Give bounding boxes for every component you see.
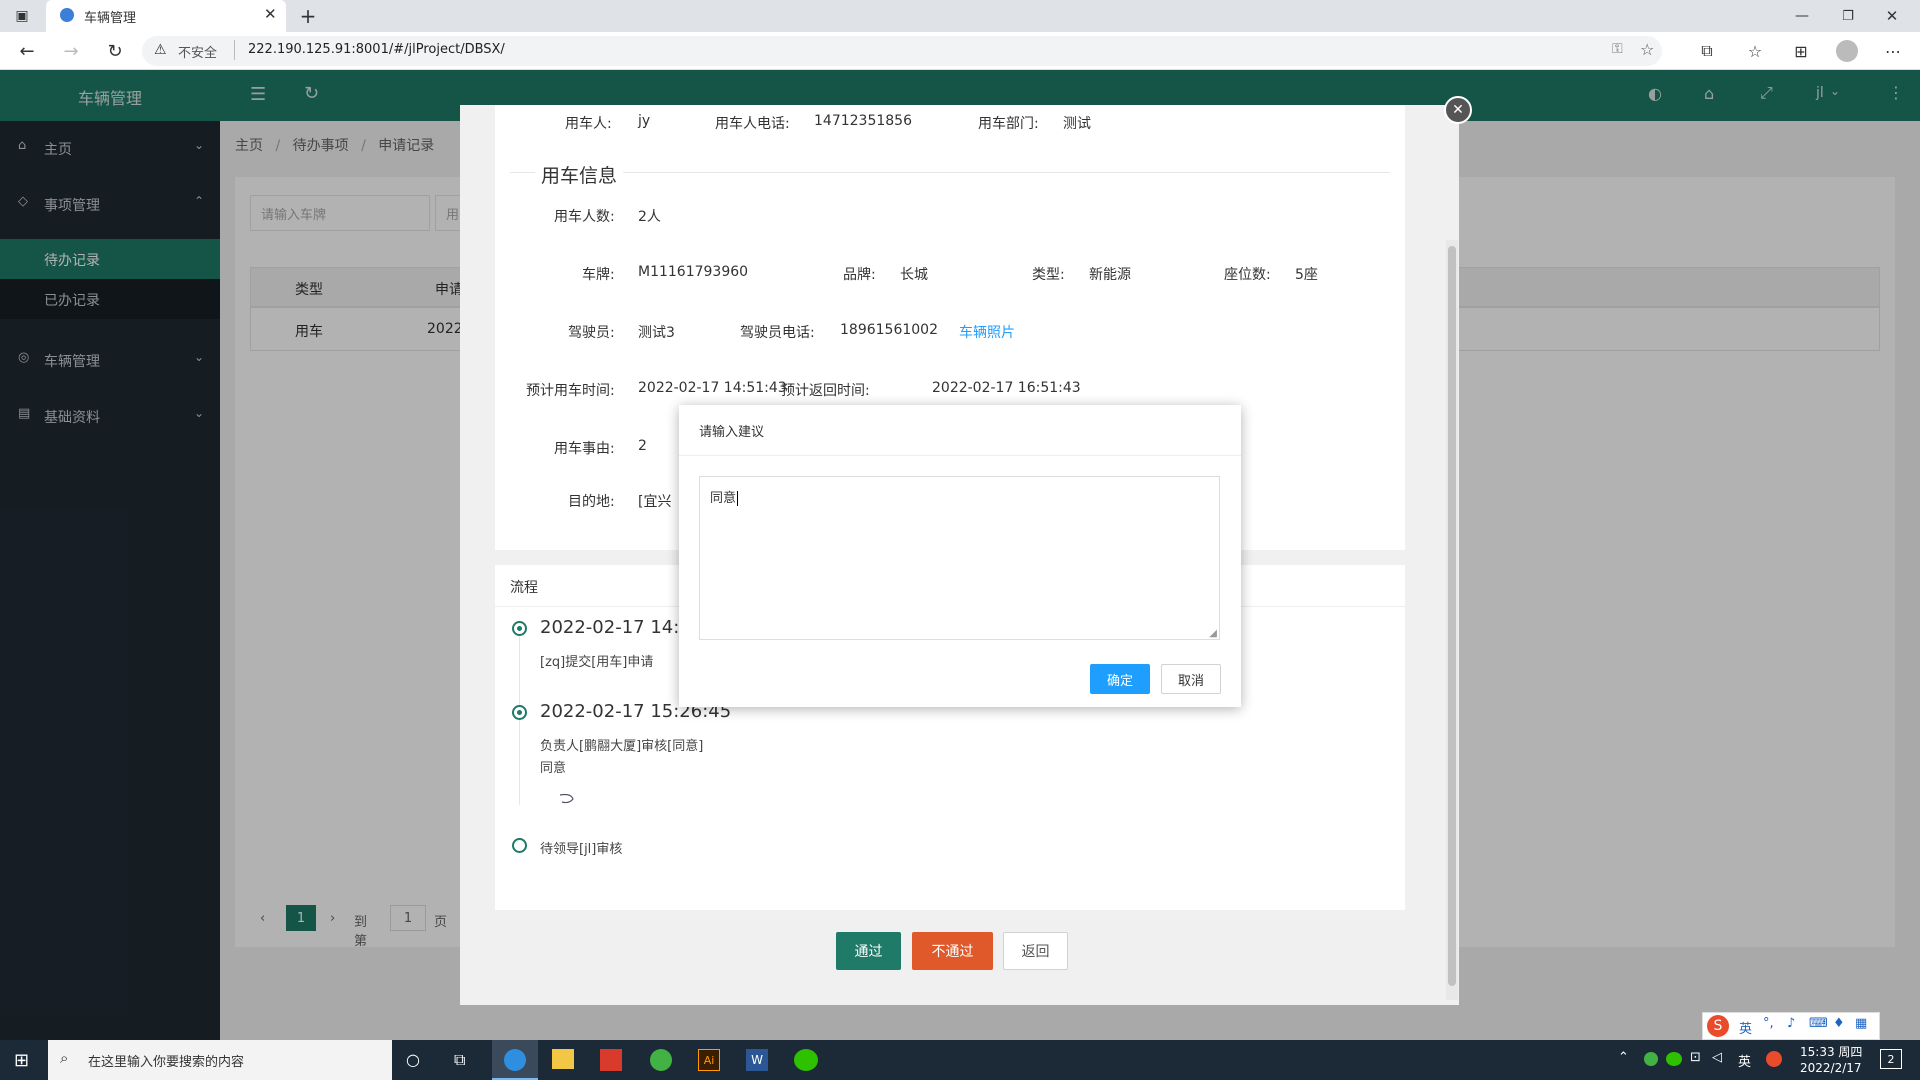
resize-handle-icon[interactable]: ◢ <box>1209 628 1217 639</box>
scrollbar-track[interactable] <box>1446 240 1458 1000</box>
collections-icon[interactable]: ⊞ <box>1790 40 1812 62</box>
url-box[interactable]: ⚠ 不安全 222.190.125.91:8001/#/jlProject/DB… <box>142 36 1662 66</box>
dialog-divider <box>679 455 1241 456</box>
plate-value: M11161793960 <box>638 264 749 280</box>
close-modal-icon[interactable]: ✕ <box>1444 96 1472 124</box>
close-window-icon[interactable]: ✕ <box>1882 6 1902 26</box>
toolbox-icon[interactable]: ▦ <box>1855 1016 1867 1031</box>
tray-app-icon[interactable] <box>1644 1052 1658 1066</box>
language-indicator[interactable]: 英 <box>1738 1051 1751 1070</box>
clock-date[interactable]: 2022/2/17 <box>1800 1061 1862 1075</box>
windows-start-icon[interactable]: ⊞ <box>14 1050 29 1071</box>
file-explorer-icon[interactable] <box>552 1049 574 1069</box>
pass-button[interactable]: 通过 <box>836 932 901 970</box>
tray-wechat-icon[interactable] <box>1666 1052 1682 1066</box>
punctuation-icon[interactable]: °, <box>1763 1016 1774 1031</box>
url-divider <box>234 40 235 60</box>
illustrator-icon[interactable]: Ai <box>698 1049 720 1071</box>
dept-value: 测试 <box>1063 116 1091 132</box>
favorites-icon[interactable]: ☆ <box>1744 40 1766 62</box>
more-menu-icon[interactable]: ⋯ <box>1882 40 1904 62</box>
keyboard-icon[interactable]: ⌨ <box>1809 1016 1828 1031</box>
warning-icon: ⚠ <box>154 42 167 58</box>
timeline-dot-pending-icon <box>512 838 527 853</box>
text-cursor <box>737 491 739 506</box>
section-title: 用车信息 <box>535 161 624 188</box>
insecure-label: 不安全 <box>178 46 218 61</box>
profile-avatar[interactable] <box>1836 40 1858 62</box>
browser-tab-bar: ▣ 车辆管理 ✕ + — ❐ ✕ <box>0 0 1920 32</box>
tray-expand-icon[interactable]: ⌃ <box>1618 1050 1629 1065</box>
reload-icon[interactable]: ↻ <box>104 40 126 62</box>
flow-title: 流程 <box>510 580 538 596</box>
tab-title: 车辆管理 <box>84 11 137 26</box>
applicant-phone-value: 14712351856 <box>814 113 912 129</box>
extensions-icon[interactable]: ⧉ <box>1696 40 1718 62</box>
edge-taskbar-icon[interactable] <box>492 1040 538 1080</box>
clock-time[interactable]: 15:33 周四 <box>1800 1043 1862 1060</box>
task-view-icon[interactable]: ⧉ <box>454 1050 465 1070</box>
minimize-icon[interactable]: — <box>1792 6 1812 26</box>
skin-icon[interactable]: ♦ <box>1833 1016 1845 1031</box>
search-icon: ⌕ <box>60 1049 69 1067</box>
windows-taskbar: ⊞ ⌕ 在这里输入你要搜索的内容 ○ ⧉ Ai W ⌃ ⊡ ◁ 英 15:33 … <box>0 1040 1920 1080</box>
tray-sogou-icon[interactable] <box>1766 1051 1782 1067</box>
app-green-icon[interactable] <box>650 1049 672 1071</box>
sogou-icon[interactable]: S <box>1707 1015 1729 1037</box>
section-divider <box>510 172 1390 173</box>
signature-mark <box>559 793 574 804</box>
wechat-icon[interactable] <box>794 1049 818 1071</box>
cortana-icon[interactable]: ○ <box>406 1050 420 1069</box>
network-icon[interactable]: ⊡ <box>1690 1050 1701 1065</box>
dialog-title: 请输入建议 <box>699 425 765 440</box>
taskbar-search[interactable]: ⌕ 在这里输入你要搜索的内容 <box>48 1040 392 1080</box>
applicant-value: jy <box>638 113 651 129</box>
new-tab-icon[interactable]: + <box>296 4 320 28</box>
scrollbar-thumb[interactable] <box>1448 246 1456 986</box>
timeline-dot-icon <box>512 621 527 636</box>
back-button[interactable]: 返回 <box>1003 932 1068 970</box>
reject-button[interactable]: 不通过 <box>912 932 993 970</box>
address-bar: ← → ↻ ⚠ 不安全 222.190.125.91:8001/#/jlProj… <box>0 32 1920 70</box>
timeline-dot-icon <box>512 705 527 720</box>
vehicle-photo-link[interactable]: 车辆照片 <box>959 322 1015 342</box>
cancel-button[interactable]: 取消 <box>1161 664 1221 694</box>
mic-icon[interactable]: ♪ <box>1787 1016 1795 1031</box>
url-text[interactable]: 222.190.125.91:8001/#/jlProject/DBSX/ <box>248 42 505 57</box>
timeline-line <box>519 635 520 805</box>
key-icon[interactable]: ⚿ <box>1612 41 1623 57</box>
favicon-icon <box>60 8 74 22</box>
ime-mode[interactable]: 英 <box>1739 1018 1752 1037</box>
suggestion-textarea[interactable]: 同意 ◢ <box>699 476 1220 640</box>
notification-center-icon[interactable]: 2 <box>1880 1049 1902 1069</box>
restore-icon[interactable]: ❐ <box>1838 6 1858 26</box>
confirm-button[interactable]: 确定 <box>1090 664 1150 694</box>
word-icon[interactable]: W <box>746 1049 768 1071</box>
volume-icon[interactable]: ◁ <box>1712 1050 1722 1065</box>
close-tab-icon[interactable]: ✕ <box>264 5 277 23</box>
suggestion-dialog: 请输入建议 同意 ◢ 确定 取消 <box>679 405 1241 707</box>
pdf-reader-icon[interactable] <box>600 1049 622 1071</box>
back-icon[interactable]: ← <box>16 40 38 62</box>
ime-toolbar: S 英 °, ♪ ⌨ ♦ ▦ <box>1702 1012 1880 1040</box>
browser-tab[interactable]: 车辆管理 ✕ <box>46 0 286 32</box>
favorite-star-icon[interactable]: ☆ <box>1640 40 1654 59</box>
tab-actions-icon[interactable]: ▣ <box>12 6 32 26</box>
forward-icon[interactable]: → <box>60 40 82 62</box>
